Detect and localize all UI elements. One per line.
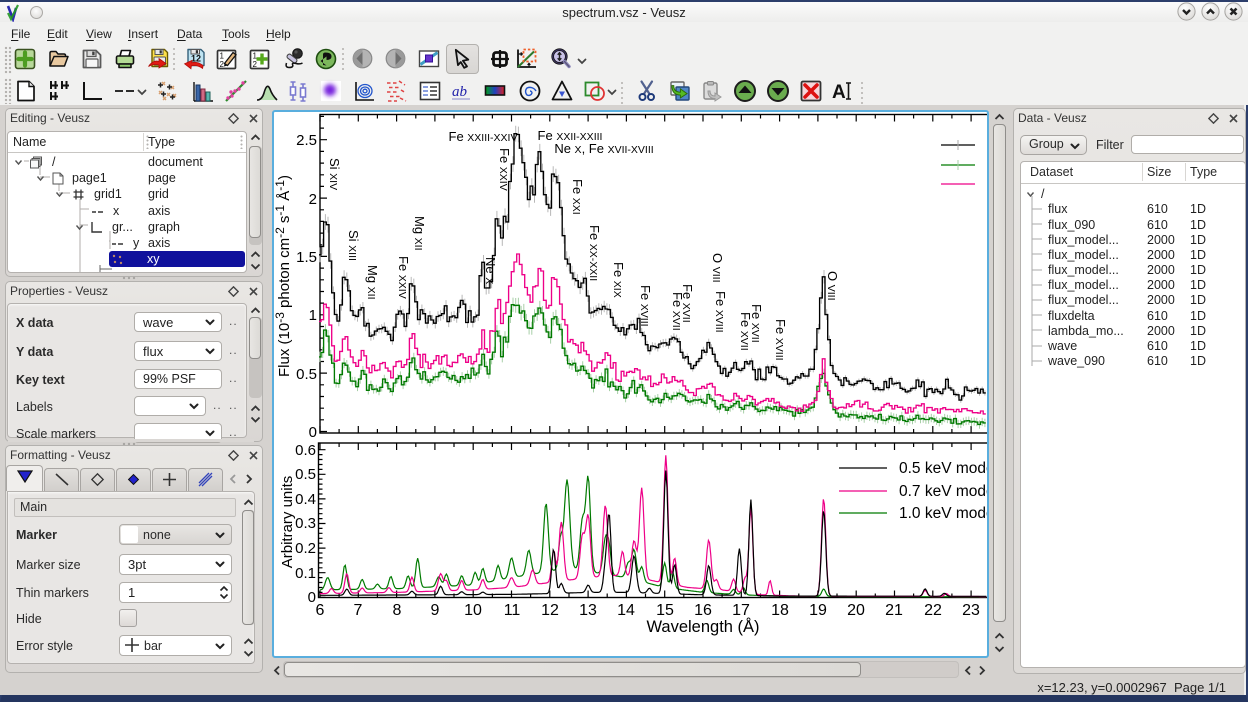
svg-text:0.6: 0.6: [295, 442, 316, 459]
svg-text:Ne X, Fe XVII-XVIII: Ne X, Fe XVII-XVIII: [554, 141, 653, 156]
svg-text:ab: ab: [452, 84, 468, 100]
svg-text:11: 11: [504, 602, 521, 619]
svg-text:18: 18: [771, 602, 789, 619]
svg-text:Si XIII: Si XIII: [346, 230, 361, 261]
svg-text:Flux (10-3 photon cm-2 s-1 Å-1: Flux (10-3 photon cm-2 s-1 Å-1): [274, 175, 293, 377]
svg-text:2.5: 2.5: [296, 132, 317, 149]
svg-text:10: 10: [464, 602, 482, 619]
svg-text:Fe XXIV: Fe XXIV: [497, 148, 512, 191]
svg-text:19: 19: [809, 602, 827, 619]
svg-text:2: 2: [253, 60, 258, 69]
svg-text:O VIII: O VIII: [825, 271, 840, 301]
svg-text:17: 17: [732, 602, 750, 619]
svg-text:2: 2: [220, 60, 225, 69]
svg-text:0.5 keV model: 0.5 keV model: [899, 460, 987, 477]
svg-text:A: A: [832, 82, 846, 103]
svg-text:Wavelength (Å): Wavelength (Å): [646, 617, 759, 636]
svg-text:23: 23: [962, 602, 980, 619]
svg-text:0.7 keV model: 0.7 keV model: [899, 483, 987, 500]
svg-text:0.3: 0.3: [295, 515, 316, 532]
svg-text:Fe XVII: Fe XVII: [749, 304, 764, 343]
svg-text:20: 20: [847, 602, 865, 619]
svg-text:2: 2: [309, 191, 317, 208]
svg-text:0: 0: [309, 424, 317, 441]
svg-text:Fe XVIII: Fe XVIII: [773, 319, 788, 361]
svg-text:Fe XIX: Fe XIX: [611, 262, 626, 298]
svg-text:0.2: 0.2: [295, 540, 316, 557]
svg-text:Ne X: Ne X: [483, 257, 498, 284]
svg-text:16: 16: [694, 602, 712, 619]
svg-text:O VIII: O VIII: [710, 253, 725, 283]
svg-text:0.4: 0.4: [295, 491, 316, 508]
svg-text:1.0 keV model: 1.0 keV model: [899, 505, 987, 522]
svg-text:Fe XVIII: Fe XVIII: [713, 291, 728, 333]
svg-text:1: 1: [309, 307, 317, 324]
svg-text:21: 21: [885, 602, 903, 619]
svg-text:Arbitrary units: Arbitrary units: [279, 476, 296, 569]
svg-text:8: 8: [393, 602, 402, 619]
svg-text:Fe XXI: Fe XXI: [570, 179, 585, 215]
svg-text:Mg XII: Mg XII: [412, 216, 427, 251]
svg-text:Si XIV: Si XIV: [327, 158, 342, 190]
svg-text:0.5: 0.5: [295, 466, 316, 483]
svg-text:Fe XX-XXII: Fe XX-XXII: [587, 225, 602, 281]
svg-text:0.5: 0.5: [296, 366, 317, 383]
svg-text:Fe XXIV: Fe XXIV: [396, 256, 411, 299]
svg-text:Fe XXIII-XXIV: Fe XXIII-XXIV: [449, 129, 518, 144]
svg-text:13: 13: [579, 602, 597, 619]
svg-text:7: 7: [354, 602, 363, 619]
svg-text:6: 6: [316, 602, 325, 619]
svg-text:9: 9: [431, 602, 440, 619]
svg-text:Fe XVII: Fe XVII: [680, 284, 695, 323]
svg-text:1.5: 1.5: [296, 249, 317, 266]
svg-text:15: 15: [656, 602, 674, 619]
svg-text:Mg XII: Mg XII: [365, 265, 380, 300]
svg-text:22: 22: [924, 602, 942, 619]
svg-text:12: 12: [541, 602, 559, 619]
svg-text:14: 14: [617, 602, 635, 619]
svg-text:0.1: 0.1: [295, 565, 316, 582]
svg-text:Fe XVIII: Fe XVIII: [638, 285, 653, 327]
